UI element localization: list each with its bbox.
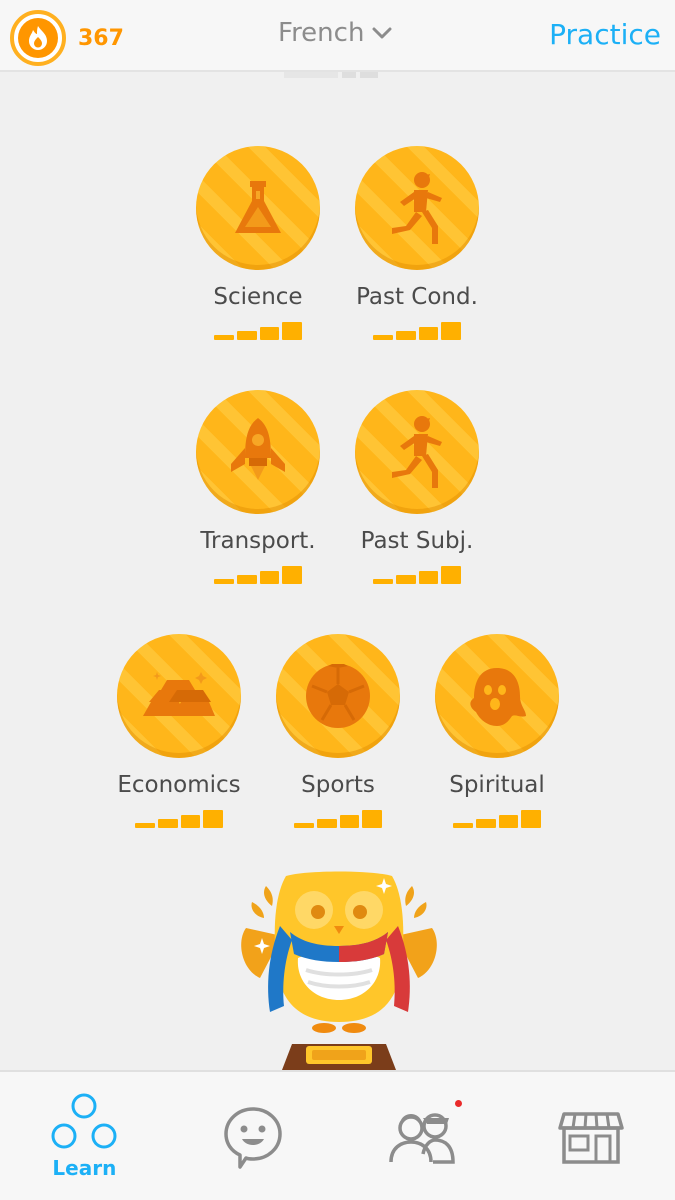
strength-meter [294, 808, 382, 828]
skill-label: Sports [301, 772, 375, 798]
skill-coin [196, 390, 320, 514]
skill-past-cond[interactable]: Past Cond. [337, 146, 497, 340]
skill-science[interactable]: Science [178, 146, 338, 340]
strength-meter [373, 320, 461, 340]
strength-meter [214, 564, 302, 584]
strength-meter [373, 564, 461, 584]
app-screen: 367 French Practice Science Past Cond. T… [0, 0, 675, 1200]
skill-label: Transport. [200, 528, 316, 554]
scroll-hint [284, 72, 380, 80]
trophy-owl-icon[interactable] [236, 866, 442, 1070]
flask-icon [235, 181, 281, 233]
skill-spiritual[interactable]: Spiritual [417, 634, 577, 828]
nav-clubs[interactable] [169, 1072, 464, 1200]
nav-shop[interactable] [506, 1072, 675, 1200]
skill-coin [355, 146, 479, 270]
skill-label: Past Subj. [360, 528, 474, 554]
chat-bubble-icon [224, 1107, 282, 1169]
learn-icon [51, 1093, 117, 1149]
skill-coin [435, 634, 559, 758]
skill-sports[interactable]: Sports [258, 634, 418, 828]
skill-past-subj[interactable]: Past Subj. [337, 390, 497, 584]
skill-coin [276, 634, 400, 758]
strength-meter [453, 808, 541, 828]
practice-button[interactable]: Practice [549, 18, 661, 51]
nav-learn-label: Learn [52, 1156, 117, 1180]
soccer-ball-icon [306, 664, 370, 728]
streak-count: 367 [78, 25, 124, 51]
language-selector[interactable]: French [278, 18, 392, 48]
skill-coin [117, 634, 241, 758]
top-bar: 367 French Practice [0, 0, 675, 72]
skill-coin [196, 146, 320, 270]
rocket-icon [231, 418, 285, 480]
skill-label: Spiritual [449, 772, 545, 798]
skill-label: Economics [117, 772, 241, 798]
skill-economics[interactable]: Economics [99, 634, 259, 828]
bottom-nav: Learn [0, 1070, 675, 1200]
strength-meter [214, 320, 302, 340]
skill-transport[interactable]: Transport. [178, 390, 338, 584]
flame-icon [29, 26, 47, 50]
ghost-icon [470, 668, 526, 726]
runner-icon [392, 172, 442, 244]
streak-indicator[interactable]: 367 [10, 10, 124, 66]
friends-icon [389, 1113, 455, 1164]
nav-friends[interactable] [338, 1072, 507, 1200]
runner-icon [392, 416, 442, 488]
skill-label: Science [213, 284, 303, 310]
strength-meter [135, 808, 223, 828]
nav-learn[interactable]: Learn [0, 1072, 169, 1200]
gold-bars-icon [143, 672, 215, 716]
language-label: French [278, 18, 365, 48]
chevron-down-icon [372, 27, 392, 39]
skill-coin [355, 390, 479, 514]
streak-badge [10, 10, 66, 66]
skill-label: Past Cond. [356, 284, 478, 310]
shop-icon [557, 1112, 624, 1164]
